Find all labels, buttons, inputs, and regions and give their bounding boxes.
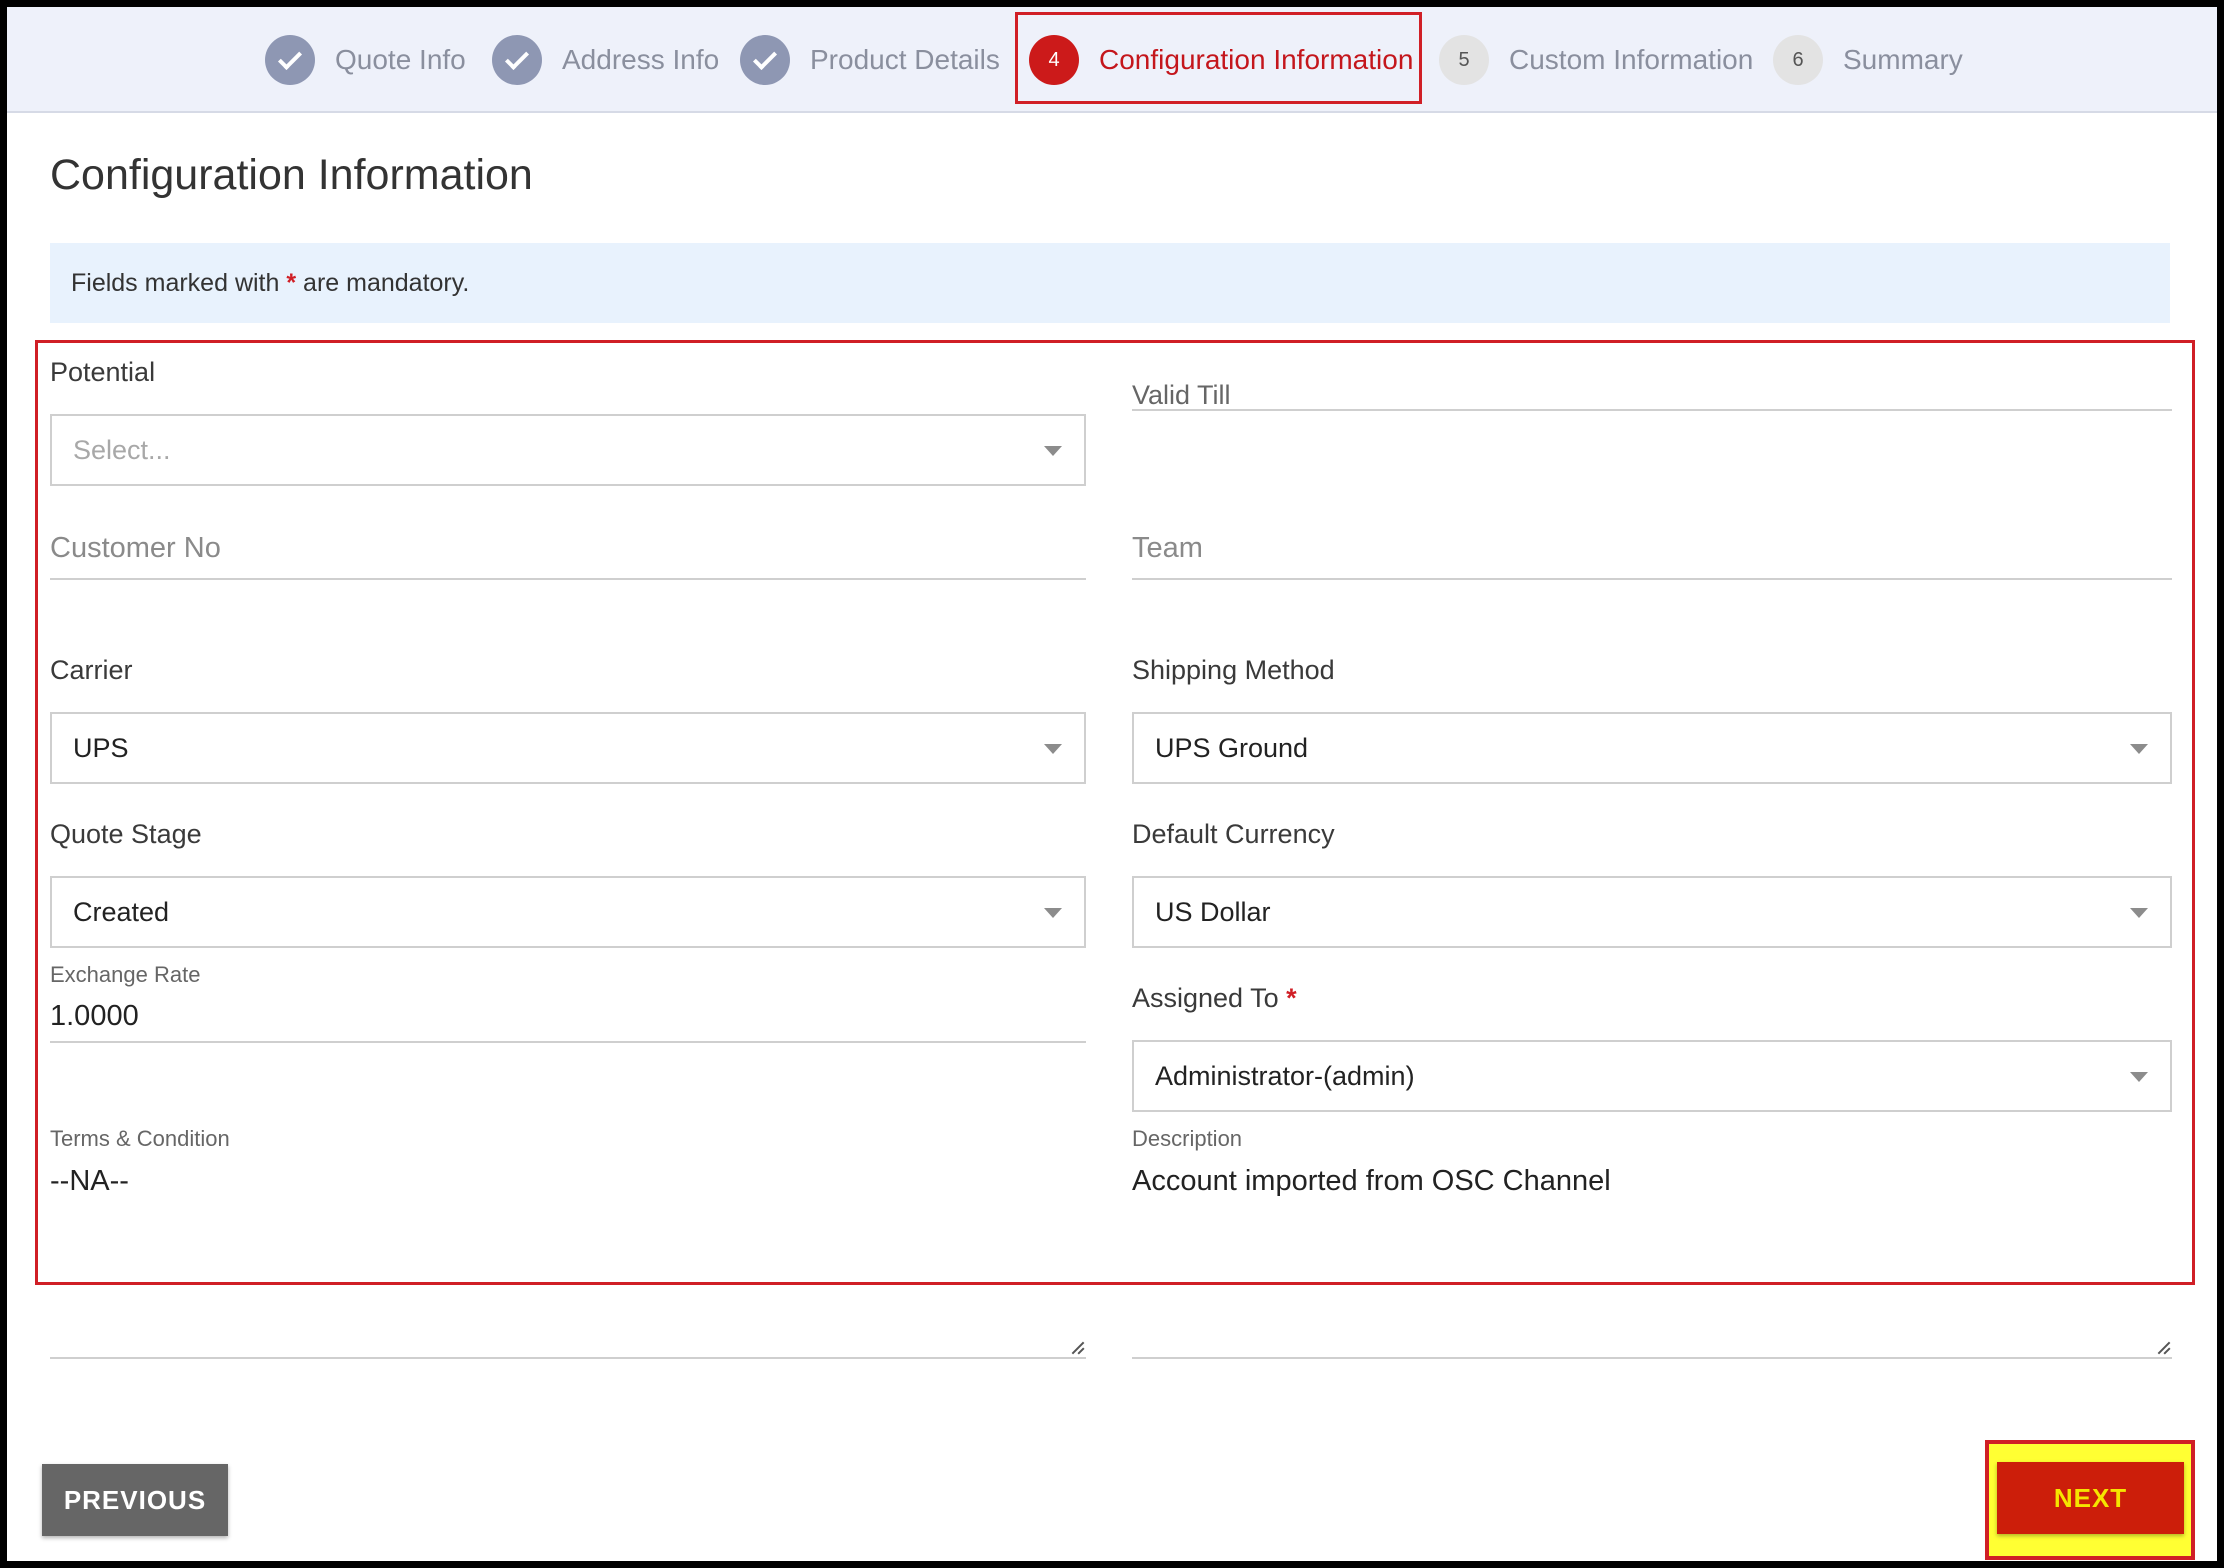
- carrier-label: Carrier: [50, 655, 133, 685]
- step-address-info[interactable]: Address Info: [492, 7, 719, 113]
- shipping-method-select[interactable]: UPS Ground: [1132, 712, 2172, 784]
- chevron-down-icon: [2130, 1072, 2148, 1082]
- default-currency-label: Default Currency: [1132, 819, 1335, 849]
- page-title: Configuration Information: [50, 151, 533, 199]
- quote-stage-select[interactable]: Created: [50, 876, 1086, 948]
- step-label: Custom Information: [1509, 44, 1754, 75]
- previous-button[interactable]: PREVIOUS: [42, 1464, 228, 1536]
- exchange-rate-label: Exchange Rate: [50, 962, 201, 987]
- team-label: Team: [1132, 532, 1203, 564]
- terms-textarea[interactable]: --NA--: [50, 1165, 129, 1198]
- description-textarea[interactable]: Account imported from OSC Channel: [1132, 1165, 1611, 1198]
- quote-stage-value: Created: [73, 896, 170, 927]
- carrier-select[interactable]: UPS: [50, 712, 1086, 784]
- step-label: Product Details: [810, 44, 1000, 75]
- assigned-to-label: Assigned To *: [1132, 983, 1297, 1014]
- potential-placeholder: Select...: [73, 434, 171, 465]
- customer-no-label: Customer No: [50, 532, 221, 564]
- team-input[interactable]: [1132, 578, 2172, 580]
- step-label: Summary: [1843, 44, 1963, 75]
- required-star: *: [286, 269, 297, 297]
- step-number-badge: 5: [1439, 35, 1489, 85]
- resize-handle-icon[interactable]: [2156, 1340, 2170, 1354]
- chevron-down-icon: [1044, 744, 1062, 754]
- valid-till-input[interactable]: [1132, 409, 2172, 411]
- default-currency-value: US Dollar: [1155, 896, 1271, 927]
- step-label: Address Info: [562, 44, 720, 75]
- step-number-badge: 6: [1773, 35, 1823, 85]
- shipping-method-value: UPS Ground: [1155, 732, 1309, 763]
- terms-underline: [50, 1357, 1086, 1359]
- quote-stage-label: Quote Stage: [50, 819, 202, 849]
- chevron-down-icon: [2130, 908, 2148, 918]
- exchange-rate-input[interactable]: 1.0000: [50, 1000, 139, 1033]
- resize-handle-icon[interactable]: [1070, 1340, 1084, 1354]
- assigned-to-value: Administrator-(admin): [1155, 1060, 1415, 1091]
- mandatory-fields-notice: Fields marked with * are mandatory.: [50, 243, 2170, 323]
- assigned-to-label-text: Assigned To: [1132, 983, 1279, 1013]
- step-product-details[interactable]: Product Details: [740, 7, 1000, 113]
- notice-suffix: are mandatory.: [303, 269, 470, 297]
- carrier-value: UPS: [73, 732, 129, 763]
- quote-wizard-page: Quote Info Address Info Product Details …: [7, 7, 2217, 1561]
- wizard-stepper: Quote Info Address Info Product Details …: [7, 7, 2217, 113]
- terms-label: Terms & Condition: [50, 1126, 230, 1151]
- current-step-highlight: [1015, 12, 1422, 104]
- window-frame: Quote Info Address Info Product Details …: [0, 0, 2224, 1568]
- potential-label: Potential: [50, 357, 156, 387]
- step-summary[interactable]: 6 Summary: [1773, 7, 1963, 113]
- valid-till-label: Valid Till: [1132, 380, 1231, 410]
- chevron-down-icon: [2130, 744, 2148, 754]
- description-underline: [1132, 1357, 2172, 1359]
- required-star: *: [1286, 983, 1297, 1013]
- customer-no-input[interactable]: [50, 578, 1086, 580]
- potential-select[interactable]: Select...: [50, 414, 1086, 486]
- step-complete-check-icon: [492, 35, 542, 85]
- chevron-down-icon: [1044, 908, 1062, 918]
- chevron-down-icon: [1044, 446, 1062, 456]
- step-label: Quote Info: [335, 44, 466, 75]
- exchange-rate-underline: [50, 1041, 1086, 1043]
- step-complete-check-icon: [740, 35, 790, 85]
- step-complete-check-icon: [265, 35, 315, 85]
- next-button[interactable]: NEXT: [1997, 1462, 2184, 1534]
- notice-prefix: Fields marked with: [71, 269, 280, 297]
- step-quote-info[interactable]: Quote Info: [265, 7, 466, 113]
- default-currency-select[interactable]: US Dollar: [1132, 876, 2172, 948]
- shipping-method-label: Shipping Method: [1132, 655, 1335, 685]
- description-label: Description: [1132, 1126, 1243, 1151]
- assigned-to-select[interactable]: Administrator-(admin): [1132, 1040, 2172, 1112]
- step-custom-information[interactable]: 5 Custom Information: [1439, 7, 1753, 113]
